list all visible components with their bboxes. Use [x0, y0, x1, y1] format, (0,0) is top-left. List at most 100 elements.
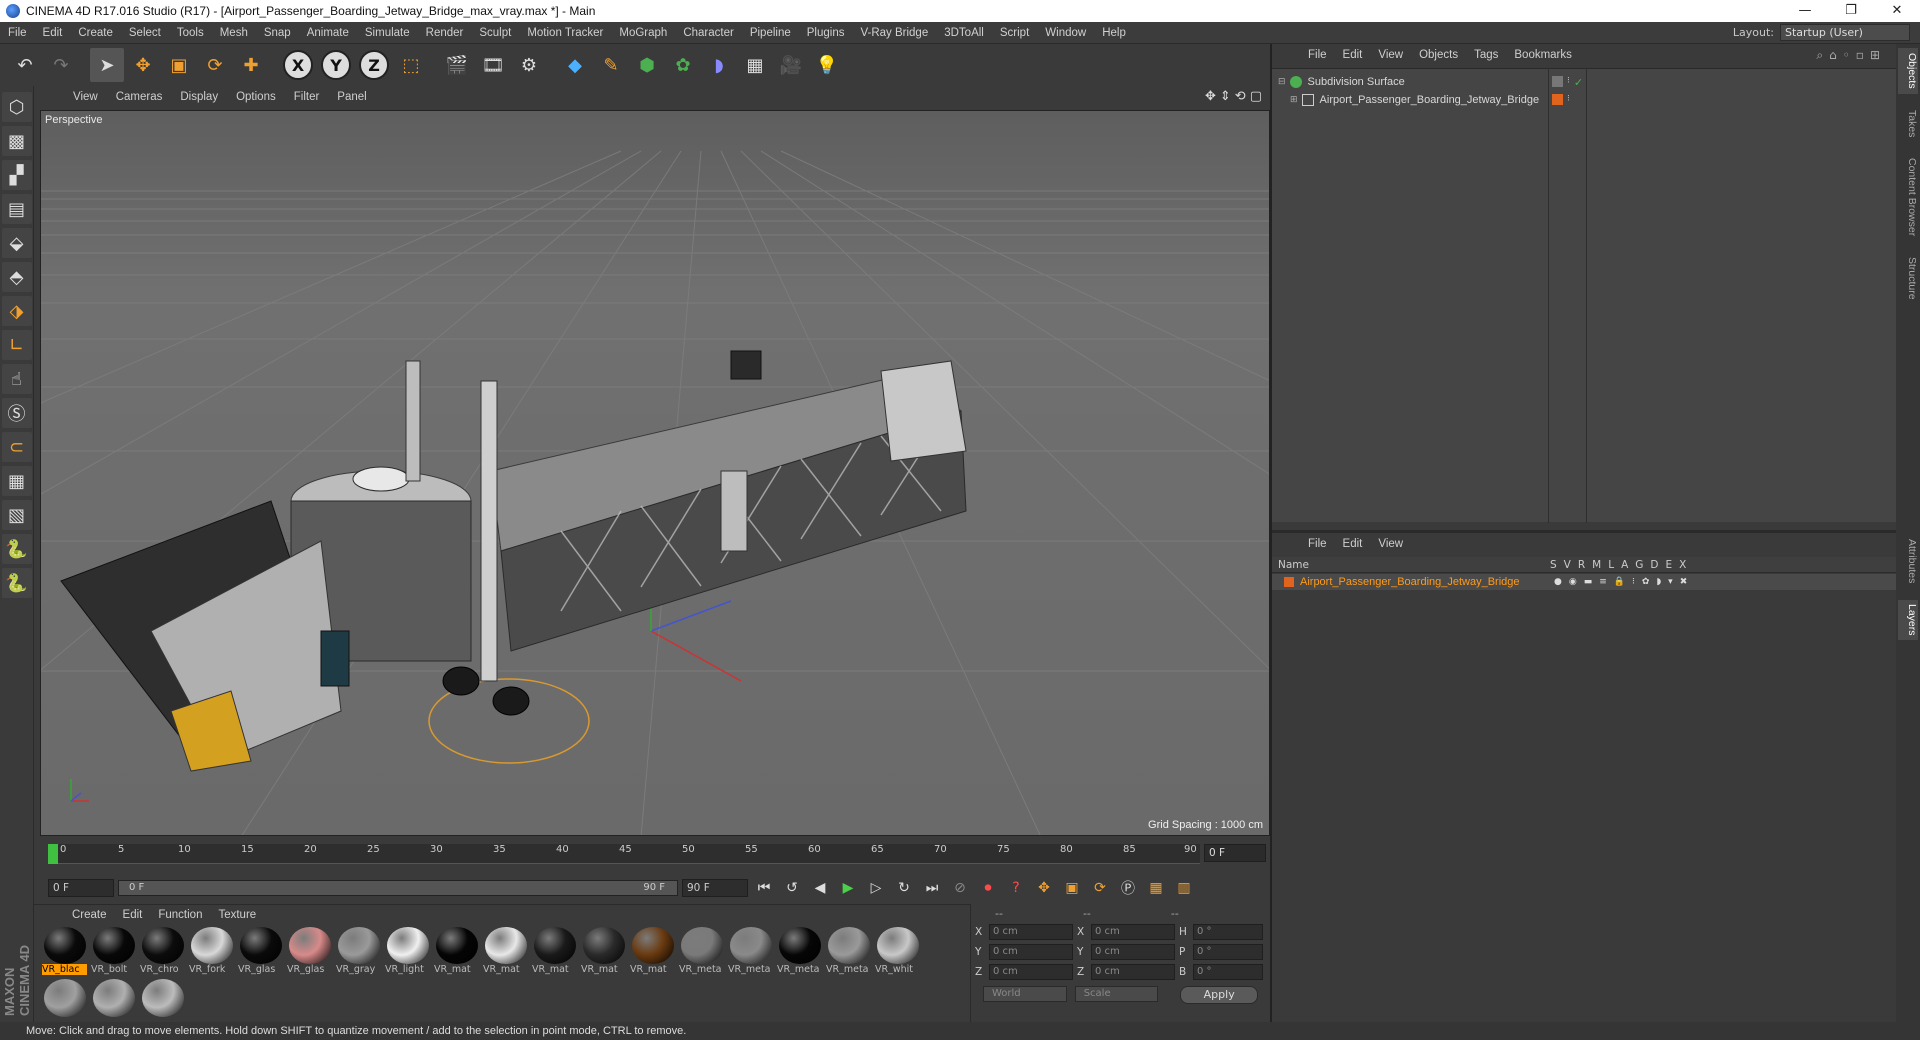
- python-script-icon[interactable]: 🐍: [1, 534, 32, 564]
- timeline-ruler[interactable]: 0 5 10 15 20 25 30 35 40 45 50 55 60 65 …: [48, 844, 1200, 864]
- menu-animate[interactable]: Animate: [299, 27, 357, 39]
- current-frame-field[interactable]: 0 F: [1204, 844, 1266, 862]
- menu-window[interactable]: Window: [1037, 27, 1094, 39]
- material-swatch[interactable]: VR_bolt: [91, 927, 136, 975]
- edges-mode-icon[interactable]: ⬘: [1, 262, 32, 292]
- menu-vray-bridge[interactable]: V-Ray Bridge: [852, 27, 936, 39]
- menu-motion-tracker[interactable]: Motion Tracker: [519, 27, 611, 39]
- layer-animation-toggle-icon[interactable]: ⁝: [1632, 577, 1635, 587]
- position-x-field[interactable]: 0 cm: [989, 924, 1073, 940]
- material-swatch[interactable]: VR_mat: [532, 927, 577, 975]
- next-key-icon[interactable]: ↻: [892, 876, 916, 900]
- timeline-window-icon[interactable]: ▥: [1172, 876, 1196, 900]
- material-swatch[interactable]: VR_light: [385, 927, 430, 975]
- make-editable-icon[interactable]: ⬡: [1, 92, 32, 122]
- viewport-camera-label[interactable]: Perspective: [45, 114, 102, 126]
- undo-icon[interactable]: ↶: [8, 48, 42, 82]
- points-mode-icon[interactable]: ⬙: [1, 228, 32, 258]
- size-y-field[interactable]: 0 cm: [1091, 944, 1175, 960]
- subdivision-generator-icon[interactable]: ⬢: [630, 48, 664, 82]
- material-menu-function[interactable]: Function: [150, 909, 210, 921]
- layers-menu-file[interactable]: File: [1300, 538, 1335, 550]
- menu-help[interactable]: Help: [1094, 27, 1134, 39]
- menu-simulate[interactable]: Simulate: [357, 27, 418, 39]
- layer-solo-toggle-icon[interactable]: ●: [1554, 577, 1562, 587]
- material-swatch[interactable]: [42, 979, 87, 1027]
- collapse-icon[interactable]: ⊟: [1278, 77, 1286, 87]
- menu-sculpt[interactable]: Sculpt: [471, 27, 519, 39]
- tab-takes[interactable]: Takes: [1898, 104, 1918, 144]
- workplane-mode-icon[interactable]: ▤: [1, 194, 32, 224]
- object-manager-tools-icon[interactable]: ⌕⌂◦▫⊞: [1816, 48, 1886, 63]
- material-menu-texture[interactable]: Texture: [210, 909, 264, 921]
- record-position-icon[interactable]: ⊘: [948, 876, 972, 900]
- menu-mesh[interactable]: Mesh: [212, 27, 256, 39]
- key-parameter-icon[interactable]: Ⓟ: [1116, 876, 1140, 900]
- menu-create[interactable]: Create: [70, 27, 121, 39]
- 3d-viewport[interactable]: Perspective Grid Spacing : 1000 cm: [40, 110, 1270, 836]
- menu-file[interactable]: File: [0, 27, 35, 39]
- object-row-jetway[interactable]: ⊞ Airport_Passenger_Boarding_Jetway_Brid…: [1272, 91, 1898, 109]
- python-script-2-icon[interactable]: 🐍: [1, 568, 32, 598]
- menu-character[interactable]: Character: [675, 27, 742, 39]
- layer-expression-toggle-icon[interactable]: ▾: [1668, 577, 1673, 587]
- start-frame-field[interactable]: 0 F: [48, 879, 114, 897]
- material-swatch[interactable]: VR_mat: [630, 927, 675, 975]
- layer-render-toggle-icon[interactable]: ▬: [1584, 577, 1593, 587]
- cube-primitive-icon[interactable]: ◆: [558, 48, 592, 82]
- floor-scene-icon[interactable]: ▦: [738, 48, 772, 82]
- material-swatch[interactable]: VR_meta: [728, 927, 773, 975]
- material-swatch[interactable]: VR_glas: [287, 927, 332, 975]
- object-row-subdivision[interactable]: ⊟ Subdivision Surface ⁝ ✓: [1272, 73, 1898, 91]
- transform-mode-dropdown[interactable]: Scale: [1074, 986, 1159, 1002]
- material-swatch[interactable]: VR_chro: [140, 927, 185, 975]
- menu-snap[interactable]: Snap: [256, 27, 299, 39]
- viewport-zoom-icon[interactable]: ⇕: [1220, 89, 1231, 104]
- render-visibility-icon[interactable]: ⁝: [1567, 94, 1570, 105]
- tab-attributes[interactable]: Attributes: [1898, 532, 1918, 590]
- rotate-tool-icon[interactable]: ⟳: [198, 48, 232, 82]
- layers-menu-edit[interactable]: Edit: [1335, 538, 1371, 550]
- material-menu-create[interactable]: Create: [64, 909, 115, 921]
- play-forward-icon[interactable]: ▶: [836, 876, 860, 900]
- objects-menu-file[interactable]: File: [1300, 49, 1335, 61]
- previous-frame-icon[interactable]: ◀: [808, 876, 832, 900]
- tab-content-browser[interactable]: Content Browser: [1898, 152, 1918, 242]
- tab-layers[interactable]: Layers: [1898, 600, 1918, 640]
- material-swatch[interactable]: VR_glas: [238, 927, 283, 975]
- menu-plugins[interactable]: Plugins: [799, 27, 853, 39]
- go-to-end-icon[interactable]: ⏭: [920, 876, 944, 900]
- expand-icon[interactable]: ⊞: [1290, 95, 1298, 105]
- viewport-menu-options[interactable]: Options: [227, 91, 285, 103]
- material-swatch[interactable]: [91, 979, 136, 1027]
- x-axis-lock-button[interactable]: X: [283, 50, 313, 80]
- menu-edit[interactable]: Edit: [35, 27, 71, 39]
- model-mode-icon[interactable]: ▩: [1, 126, 32, 156]
- key-pla-icon[interactable]: ▦: [1144, 876, 1168, 900]
- objects-menu-bookmarks[interactable]: Bookmarks: [1506, 49, 1580, 61]
- render-picture-viewer-icon[interactable]: 🎞: [476, 48, 510, 82]
- viewport-menu-panel[interactable]: Panel: [328, 91, 375, 103]
- material-swatch[interactable]: VR_meta: [679, 927, 724, 975]
- workplane-align-icon[interactable]: ▧: [1, 500, 32, 530]
- render-view-icon[interactable]: 🎬: [440, 48, 474, 82]
- material-swatch[interactable]: VR_fork: [189, 927, 234, 975]
- layer-color-swatch[interactable]: [1284, 577, 1294, 587]
- menu-pipeline[interactable]: Pipeline: [742, 27, 799, 39]
- playhead-marker[interactable]: [48, 844, 58, 864]
- solo-mode-icon[interactable]: Ⓢ: [1, 398, 32, 428]
- menu-select[interactable]: Select: [121, 27, 169, 39]
- auto-keying-icon[interactable]: ?: [1004, 876, 1028, 900]
- viewport-menu-display[interactable]: Display: [171, 91, 227, 103]
- material-swatch[interactable]: VR_mat: [581, 927, 626, 975]
- live-selection-icon[interactable]: ➤: [90, 48, 124, 82]
- maximize-button[interactable]: ❐: [1828, 0, 1874, 22]
- material-swatch[interactable]: VR_gray: [336, 927, 381, 975]
- objects-menu-view[interactable]: View: [1370, 49, 1411, 61]
- layer-name[interactable]: Airport_Passenger_Boarding_Jetway_Bridge: [1300, 576, 1520, 588]
- redo-icon[interactable]: ↷: [44, 48, 78, 82]
- rotation-b-field[interactable]: 0 °: [1193, 964, 1263, 980]
- y-axis-lock-button[interactable]: Y: [321, 50, 351, 80]
- objects-menu-tags[interactable]: Tags: [1466, 49, 1506, 61]
- size-x-field[interactable]: 0 cm: [1091, 924, 1175, 940]
